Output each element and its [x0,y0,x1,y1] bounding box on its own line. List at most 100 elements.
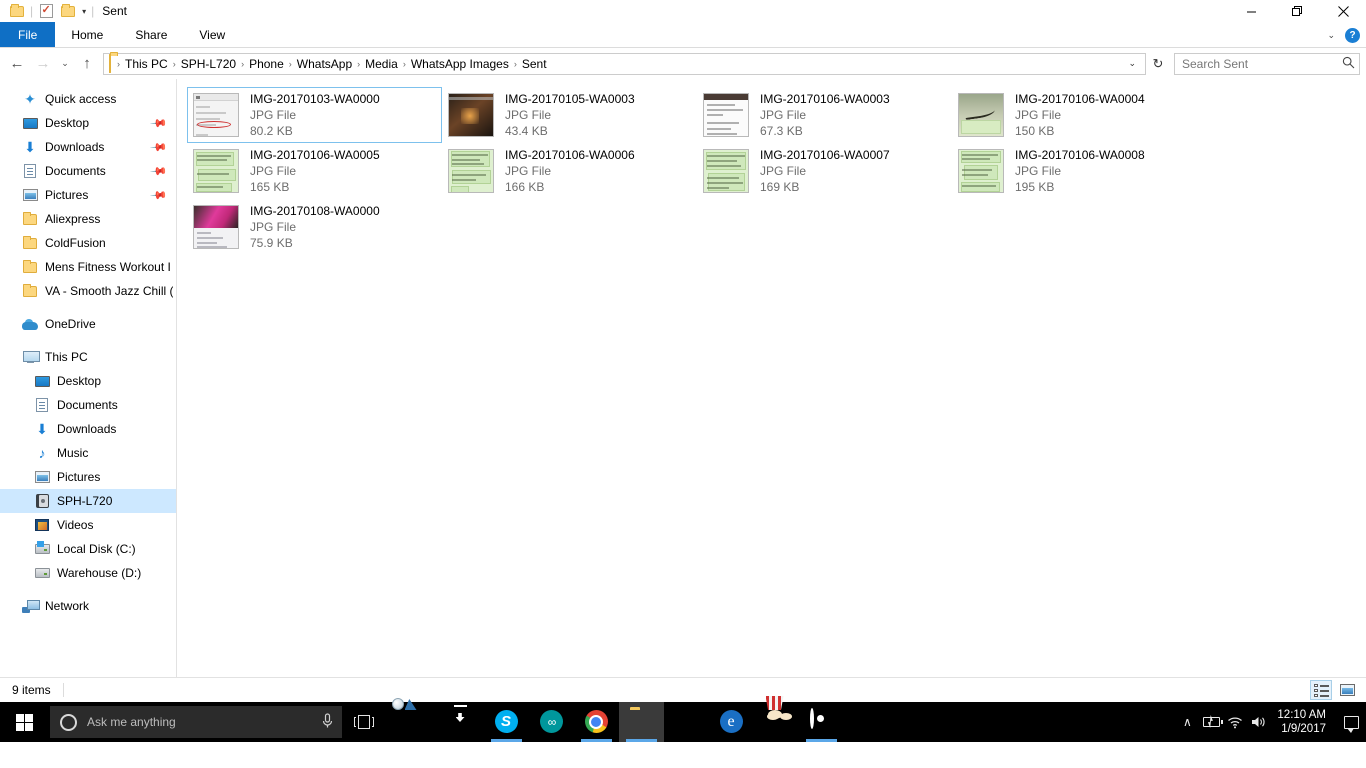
sidebar-item-desktop-qa[interactable]: Desktop 📌 [0,111,176,135]
minimize-button[interactable] [1228,0,1274,22]
sidebar-item-coldfusion[interactable]: ColdFusion [0,231,176,255]
ribbon-collapse-icon[interactable]: ⌄ [1327,30,1335,41]
qat-properties-icon[interactable] [35,1,57,21]
document-icon [34,397,50,413]
qat-dropdown-icon[interactable]: ▾ [79,7,89,16]
taskbar-app-skype[interactable]: S [484,702,529,742]
taskbar-app-chrome[interactable] [574,702,619,742]
breadcrumb-item-whatsapp-images[interactable]: WhatsApp Images [407,56,513,72]
taskbar-app-popcorn-time[interactable] [754,702,799,742]
breadcrumb-dropdown-icon[interactable]: ⌄ [1121,58,1143,69]
search-input[interactable] [1182,57,1342,71]
help-icon[interactable]: ? [1345,28,1360,43]
forward-button[interactable]: → [30,51,56,77]
taskbar-app-arduino[interactable]: ∞ [529,702,574,742]
sidebar-item-warehouse-d[interactable]: Warehouse (D:) [0,561,176,585]
sidebar-item-documents[interactable]: Documents [0,393,176,417]
taskbar-app-utility[interactable] [394,702,439,742]
breadcrumb-item-whatsapp[interactable]: WhatsApp [293,56,356,72]
cortana-search-box[interactable]: Ask me anything [50,706,342,738]
file-item[interactable]: IMG-20170106-WA0004 JPG File 150 KB [952,87,1207,143]
folder-icon [22,235,38,251]
pin-icon[interactable]: 📌 [150,186,169,205]
file-item[interactable]: IMG-20170106-WA0008 JPG File 195 KB [952,143,1207,199]
sidebar-label: Desktop [45,116,89,130]
tab-home[interactable]: Home [55,22,119,47]
breadcrumb: › This PC › SPH-L720 › Phone › WhatsApp … [116,56,1121,72]
sidebar-group-quick-access[interactable]: ✦ Quick access [0,87,176,111]
action-center-button[interactable] [1336,702,1366,742]
sidebar-item-local-disk-c[interactable]: Local Disk (C:) [0,537,176,561]
sidebar-group-this-pc[interactable]: This PC [0,345,176,369]
show-hidden-icons-button[interactable]: ∧ [1175,702,1199,742]
pin-icon[interactable]: 📌 [150,138,169,157]
search-box[interactable] [1174,53,1360,75]
sidebar-item-videos[interactable]: Videos [0,513,176,537]
file-type: JPG File [1015,107,1145,123]
breadcrumb-item-this-pc[interactable]: This PC [121,56,172,72]
file-list-pane[interactable]: IMG-20170103-WA0000 JPG File 80.2 KB IMG… [177,79,1366,677]
breadcrumb-bar[interactable]: › This PC › SPH-L720 › Phone › WhatsApp … [103,53,1146,75]
restore-button[interactable] [1274,0,1320,22]
sidebar-item-sph-l720[interactable]: SPH-L720 [0,489,176,513]
file-item[interactable]: IMG-20170106-WA0003 JPG File 67.3 KB [697,87,952,143]
pin-icon[interactable]: 📌 [150,114,169,133]
sidebar-item-desktop[interactable]: Desktop [0,369,176,393]
taskbar-app-edge[interactable]: e [709,702,754,742]
file-item[interactable]: IMG-20170103-WA0000 JPG File 80.2 KB [187,87,442,143]
close-button[interactable] [1320,0,1366,22]
sidebar-group-onedrive[interactable]: OneDrive [0,312,176,336]
file-size: 150 KB [1015,123,1145,139]
sidebar-group-network[interactable]: Network [0,594,176,618]
battery-charging-icon[interactable] [1199,702,1223,742]
details-view-button[interactable] [1310,680,1332,700]
clock[interactable]: 12:10 AM 1/9/2017 [1271,702,1336,742]
sidebar-item-downloads[interactable]: ⬇ Downloads [0,417,176,441]
file-item[interactable]: IMG-20170108-WA0000 JPG File 75.9 KB [187,199,442,255]
file-item[interactable]: IMG-20170105-WA0003 JPG File 43.4 KB [442,87,697,143]
volume-icon[interactable] [1247,702,1271,742]
computer-icon [22,349,38,365]
up-button[interactable]: ↑ [74,51,100,77]
sidebar-item-documents-qa[interactable]: Documents 📌 [0,159,176,183]
tab-share[interactable]: Share [119,22,183,47]
microphone-icon[interactable] [321,713,334,732]
wifi-icon[interactable] [1223,702,1247,742]
tab-view[interactable]: View [183,22,241,47]
sidebar-item-va-smooth-jazz[interactable]: VA - Smooth Jazz Chill ( [0,279,176,303]
item-count: 9 items [12,683,51,697]
file-name: IMG-20170106-WA0006 [505,147,635,163]
back-button[interactable]: ← [4,51,30,77]
file-name: IMG-20170106-WA0003 [760,91,890,107]
sidebar-item-downloads-qa[interactable]: ⬇ Downloads 📌 [0,135,176,159]
task-view-button[interactable] [342,702,386,742]
breadcrumb-item-media[interactable]: Media [361,56,402,72]
sidebar-label: Pictures [57,470,100,484]
refresh-button[interactable]: ↻ [1146,53,1170,75]
breadcrumb-item-phone[interactable]: Phone [245,56,288,72]
file-item[interactable]: IMG-20170106-WA0007 JPG File 169 KB [697,143,952,199]
file-name: IMG-20170106-WA0008 [1015,147,1145,163]
taskbar-app-download-manager[interactable] [439,702,484,742]
sidebar-item-aliexpress[interactable]: Aliexpress [0,207,176,231]
qat-new-folder-icon[interactable] [57,1,79,21]
sidebar-label: Videos [57,518,93,532]
taskbar-app-file-explorer[interactable] [619,702,664,742]
file-item[interactable]: IMG-20170106-WA0005 JPG File 165 KB [187,143,442,199]
start-button[interactable] [0,702,48,742]
recent-locations-button[interactable]: ⌄ [56,51,74,77]
taskbar-app-target[interactable] [799,702,844,742]
tab-file[interactable]: File [0,22,55,47]
sidebar-item-mens-fitness[interactable]: Mens Fitness Workout I [0,255,176,279]
breadcrumb-item-sph-l720[interactable]: SPH-L720 [177,56,240,72]
sidebar-item-music[interactable]: ♪ Music [0,441,176,465]
sidebar-item-pictures[interactable]: Pictures [0,465,176,489]
large-icons-view-button[interactable] [1336,680,1358,700]
pin-icon[interactable]: 📌 [150,162,169,181]
taskbar-app-store[interactable] [664,702,709,742]
file-item[interactable]: IMG-20170106-WA0006 JPG File 166 KB [442,143,697,199]
qat-folder-icon[interactable] [6,1,28,21]
breadcrumb-item-sent[interactable]: Sent [518,56,551,72]
sidebar-item-pictures-qa[interactable]: Pictures 📌 [0,183,176,207]
search-icon[interactable] [1342,56,1355,72]
